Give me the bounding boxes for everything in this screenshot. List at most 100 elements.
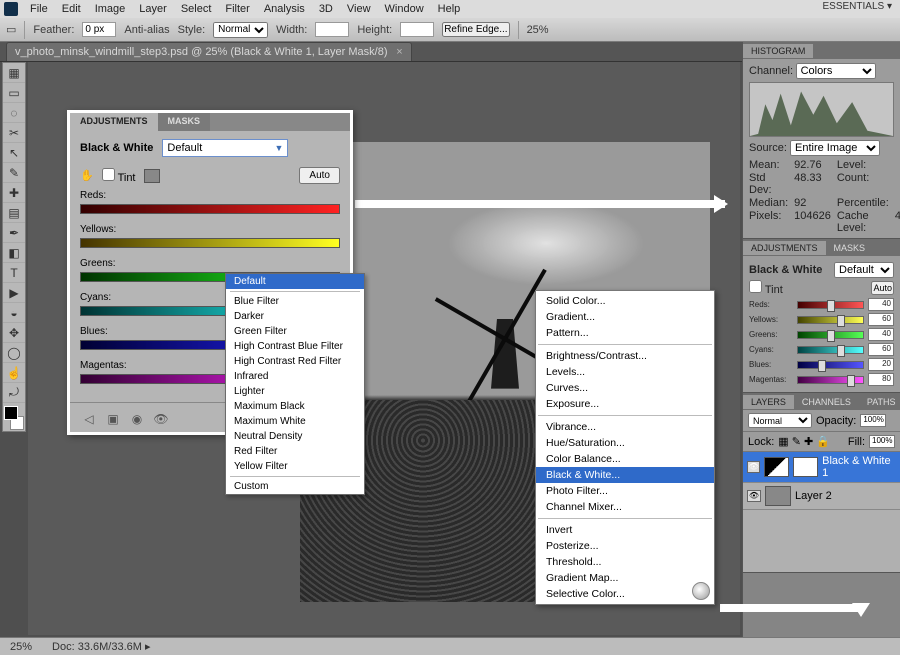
- preset-option[interactable]: High Contrast Red Filter: [226, 354, 364, 369]
- hand-icon[interactable]: ✋: [80, 169, 94, 182]
- float-tint-checkbox[interactable]: [102, 168, 115, 181]
- mini-slider[interactable]: [797, 376, 864, 384]
- menu-view[interactable]: View: [341, 2, 377, 16]
- ctx-item[interactable]: Selective Color...: [536, 586, 714, 602]
- eye-icon[interactable]: 👁: [747, 490, 761, 502]
- preset-option[interactable]: Lighter: [226, 384, 364, 399]
- preset-option[interactable]: Maximum White: [226, 414, 364, 429]
- ctx-item[interactable]: Brightness/Contrast...: [536, 348, 714, 364]
- refine-edge-button[interactable]: Refine Edge...: [442, 22, 509, 37]
- tool-7[interactable]: ▤: [3, 203, 25, 223]
- ctx-item[interactable]: Photo Filter...: [536, 483, 714, 499]
- menu-layer[interactable]: Layer: [133, 2, 173, 16]
- tool-11[interactable]: ▶: [3, 283, 25, 303]
- ctx-item[interactable]: Solid Color...: [536, 293, 714, 309]
- back-icon[interactable]: ◁: [80, 411, 98, 426]
- preset-option[interactable]: Yellow Filter: [226, 459, 364, 474]
- menu-window[interactable]: Window: [379, 2, 430, 16]
- preset-option[interactable]: Blue Filter: [226, 294, 364, 309]
- mini-slider[interactable]: [797, 316, 864, 324]
- tint-checkbox[interactable]: [749, 280, 762, 293]
- preset-option[interactable]: Default: [226, 274, 364, 289]
- masks-tab[interactable]: MASKS: [826, 241, 874, 255]
- preset-option[interactable]: High Contrast Blue Filter: [226, 339, 364, 354]
- workspace-switcher[interactable]: ESSENTIALS ▾: [823, 1, 893, 12]
- tool-13[interactable]: ✥: [3, 323, 25, 343]
- menu-3d[interactable]: 3D: [313, 2, 339, 16]
- preset-option[interactable]: Custom: [226, 479, 364, 494]
- paths-tab[interactable]: PATHS: [859, 395, 900, 409]
- histogram-tab[interactable]: HISTOGRAM: [743, 44, 813, 58]
- menu-image[interactable]: Image: [89, 2, 132, 16]
- preset-option[interactable]: Infrared: [226, 369, 364, 384]
- color-slider[interactable]: [80, 204, 340, 214]
- tool-14[interactable]: ◯: [3, 343, 25, 363]
- tool-4[interactable]: ↖: [3, 143, 25, 163]
- layer-row[interactable]: 👁Black & White 1: [743, 452, 900, 483]
- float-auto-button[interactable]: Auto: [299, 167, 340, 184]
- tool-10[interactable]: T: [3, 263, 25, 283]
- ctx-item[interactable]: Vibrance...: [536, 419, 714, 435]
- opacity-value[interactable]: 100%: [860, 414, 886, 427]
- channels-tab[interactable]: CHANNELS: [794, 395, 859, 409]
- adjustment-layer-icon[interactable]: [692, 582, 710, 600]
- ctx-item[interactable]: Color Balance...: [536, 451, 714, 467]
- fill-value[interactable]: 100%: [869, 435, 895, 448]
- float-preset-dropdown[interactable]: Default ▼: [162, 139, 288, 157]
- preset-option[interactable]: Neutral Density: [226, 429, 364, 444]
- color-swatches[interactable]: [3, 405, 25, 431]
- height-input[interactable]: [400, 22, 434, 37]
- ctx-item[interactable]: Gradient...: [536, 309, 714, 325]
- tool-2[interactable]: ◌: [3, 103, 25, 123]
- menu-filter[interactable]: Filter: [219, 2, 255, 16]
- channel-select[interactable]: Colors: [796, 63, 876, 79]
- source-select[interactable]: Entire Image: [790, 140, 880, 156]
- eye-icon[interactable]: 👁: [747, 461, 760, 473]
- ctx-item[interactable]: Pattern...: [536, 325, 714, 341]
- tool-0[interactable]: ▦: [3, 63, 25, 83]
- tool-6[interactable]: ✚: [3, 183, 25, 203]
- adjustment-layer-menu[interactable]: Solid Color...Gradient...Pattern... Brigh…: [535, 290, 715, 605]
- ctx-item[interactable]: Threshold...: [536, 554, 714, 570]
- visibility-icon[interactable]: 👁: [152, 411, 170, 426]
- ctx-item[interactable]: Curves...: [536, 380, 714, 396]
- ctx-item[interactable]: Gradient Map...: [536, 570, 714, 586]
- ctx-item[interactable]: Hue/Saturation...: [536, 435, 714, 451]
- bw-preset-select[interactable]: Default: [834, 262, 894, 278]
- tool-12[interactable]: ◒: [3, 303, 25, 323]
- lock-icons[interactable]: ▦ ✎ ✚ 🔒: [778, 435, 830, 448]
- ctx-item[interactable]: Invert: [536, 522, 714, 538]
- tool-1[interactable]: ▭: [3, 83, 25, 103]
- tint-swatch[interactable]: [144, 169, 160, 183]
- style-select[interactable]: Normal: [213, 22, 268, 38]
- menu-select[interactable]: Select: [175, 2, 218, 16]
- auto-button[interactable]: Auto: [871, 281, 894, 295]
- tool-9[interactable]: ◧: [3, 243, 25, 263]
- layer-row[interactable]: 👁Layer 2: [743, 483, 900, 510]
- ctx-item[interactable]: Exposure...: [536, 396, 714, 412]
- close-icon[interactable]: ×: [396, 46, 402, 58]
- preset-dropdown-menu[interactable]: DefaultBlue FilterDarkerGreen FilterHigh…: [225, 273, 365, 495]
- menu-help[interactable]: Help: [432, 2, 467, 16]
- clip-icon[interactable]: ◉: [128, 411, 146, 426]
- mini-slider[interactable]: [797, 346, 864, 354]
- expand-icon[interactable]: ▣: [104, 411, 122, 426]
- ctx-item[interactable]: Levels...: [536, 364, 714, 380]
- tool-16[interactable]: ⤾: [3, 383, 25, 403]
- menu-file[interactable]: File: [24, 2, 54, 16]
- color-slider[interactable]: [80, 238, 340, 248]
- blend-mode-select[interactable]: Normal: [748, 413, 812, 428]
- tool-8[interactable]: ✒: [3, 223, 25, 243]
- tool-3[interactable]: ✂: [3, 123, 25, 143]
- float-masks-tab[interactable]: MASKS: [158, 113, 211, 131]
- adjustments-tab[interactable]: ADJUSTMENTS: [743, 241, 826, 255]
- zoom-display[interactable]: 25%: [527, 24, 549, 36]
- preset-option[interactable]: Green Filter: [226, 324, 364, 339]
- preset-option[interactable]: Maximum Black: [226, 399, 364, 414]
- layers-tab[interactable]: LAYERS: [743, 395, 794, 409]
- ctx-item[interactable]: Channel Mixer...: [536, 499, 714, 515]
- tool-15[interactable]: ☝: [3, 363, 25, 383]
- mini-slider[interactable]: [797, 301, 864, 309]
- float-adjustments-tab[interactable]: ADJUSTMENTS: [70, 113, 158, 131]
- mini-slider[interactable]: [797, 361, 864, 369]
